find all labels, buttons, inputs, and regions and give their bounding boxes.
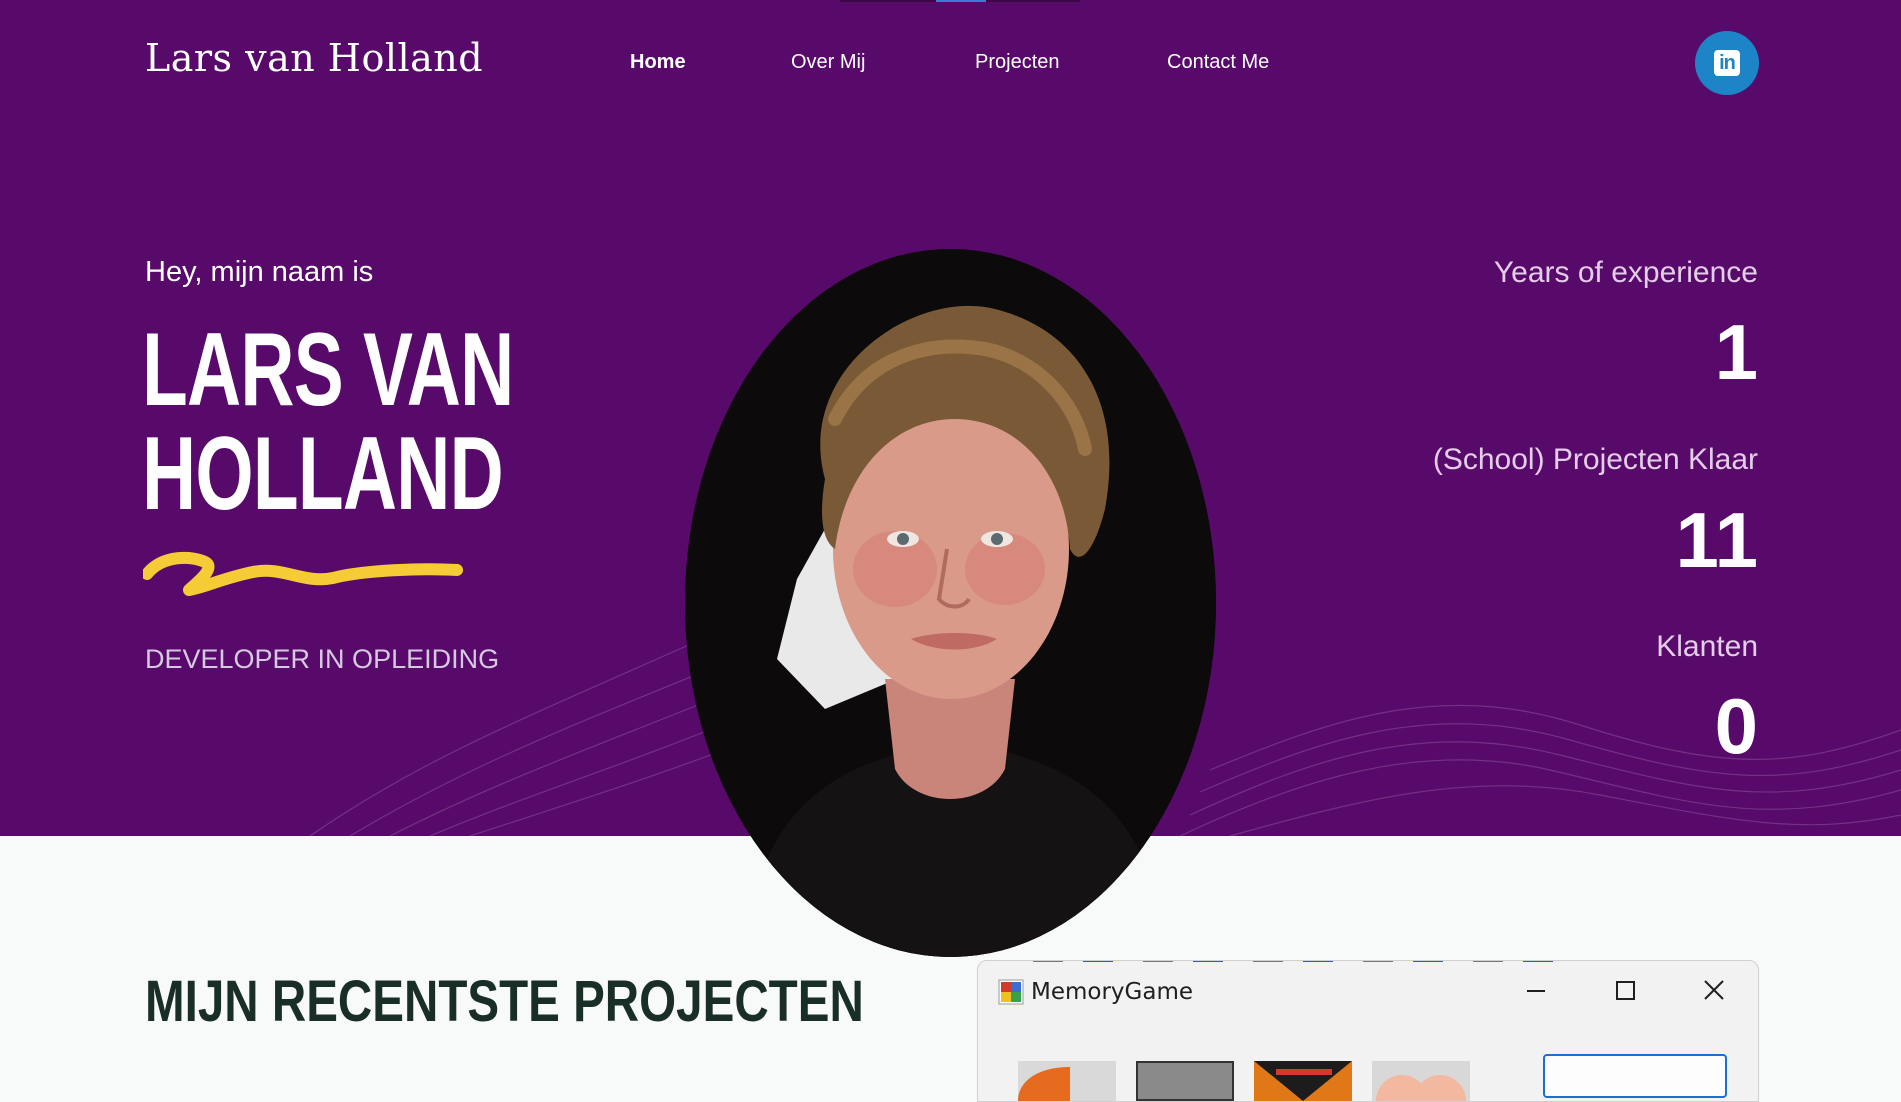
nav-over-mij[interactable]: Over Mij bbox=[791, 51, 865, 74]
profile-portrait-icon bbox=[685, 249, 1216, 957]
hero-name: Lars van Holland bbox=[142, 318, 603, 526]
memory-card[interactable] bbox=[1254, 1061, 1352, 1101]
memory-card[interactable] bbox=[1372, 1061, 1470, 1101]
memory-card-image bbox=[1254, 1061, 1352, 1101]
hero-name-line-1: Lars van bbox=[142, 312, 514, 428]
app-window-icon bbox=[998, 979, 1024, 1005]
linkedin-button[interactable]: in bbox=[1695, 31, 1759, 95]
projects-section-title: Mijn recentste projecten bbox=[145, 969, 864, 1034]
memory-card-image bbox=[1018, 1067, 1070, 1101]
stat-label-clients: Klanten bbox=[1656, 630, 1758, 663]
linkedin-icon: in bbox=[1714, 50, 1740, 76]
stat-label-experience: Years of experience bbox=[1493, 256, 1758, 289]
stat-value-projects: 11 bbox=[1675, 496, 1758, 584]
window-title: MemoryGame bbox=[1031, 979, 1194, 1005]
maximize-icon[interactable] bbox=[1605, 975, 1645, 1007]
stat-value-experience: 1 bbox=[1714, 308, 1758, 396]
minimize-icon[interactable] bbox=[1516, 975, 1556, 1007]
site-logo[interactable]: Lars van Holland bbox=[145, 36, 483, 80]
profile-photo bbox=[685, 249, 1216, 957]
nav-home[interactable]: Home bbox=[630, 51, 686, 74]
memory-card[interactable] bbox=[1136, 1061, 1234, 1101]
hero-name-line-2: Holland bbox=[142, 416, 504, 532]
window-action-button[interactable] bbox=[1543, 1054, 1727, 1098]
stat-value-clients: 0 bbox=[1714, 682, 1758, 770]
nav-contact-me[interactable]: Contact Me bbox=[1167, 51, 1269, 74]
hero-role: Developer in opleiding bbox=[145, 644, 500, 674]
close-icon[interactable] bbox=[1694, 975, 1734, 1007]
hero-greeting: Hey, mijn naam is bbox=[145, 256, 374, 288]
memory-card-image bbox=[1376, 1075, 1466, 1101]
stat-label-projects: (School) Projecten Klaar bbox=[1432, 443, 1758, 476]
memory-card[interactable] bbox=[1018, 1061, 1116, 1101]
yellow-squiggle-icon bbox=[143, 551, 463, 596]
window-top-strip bbox=[1033, 961, 1573, 962]
memorygame-window-preview[interactable]: MemoryGame bbox=[977, 960, 1759, 1102]
nav-projecten[interactable]: Projecten bbox=[975, 51, 1060, 74]
